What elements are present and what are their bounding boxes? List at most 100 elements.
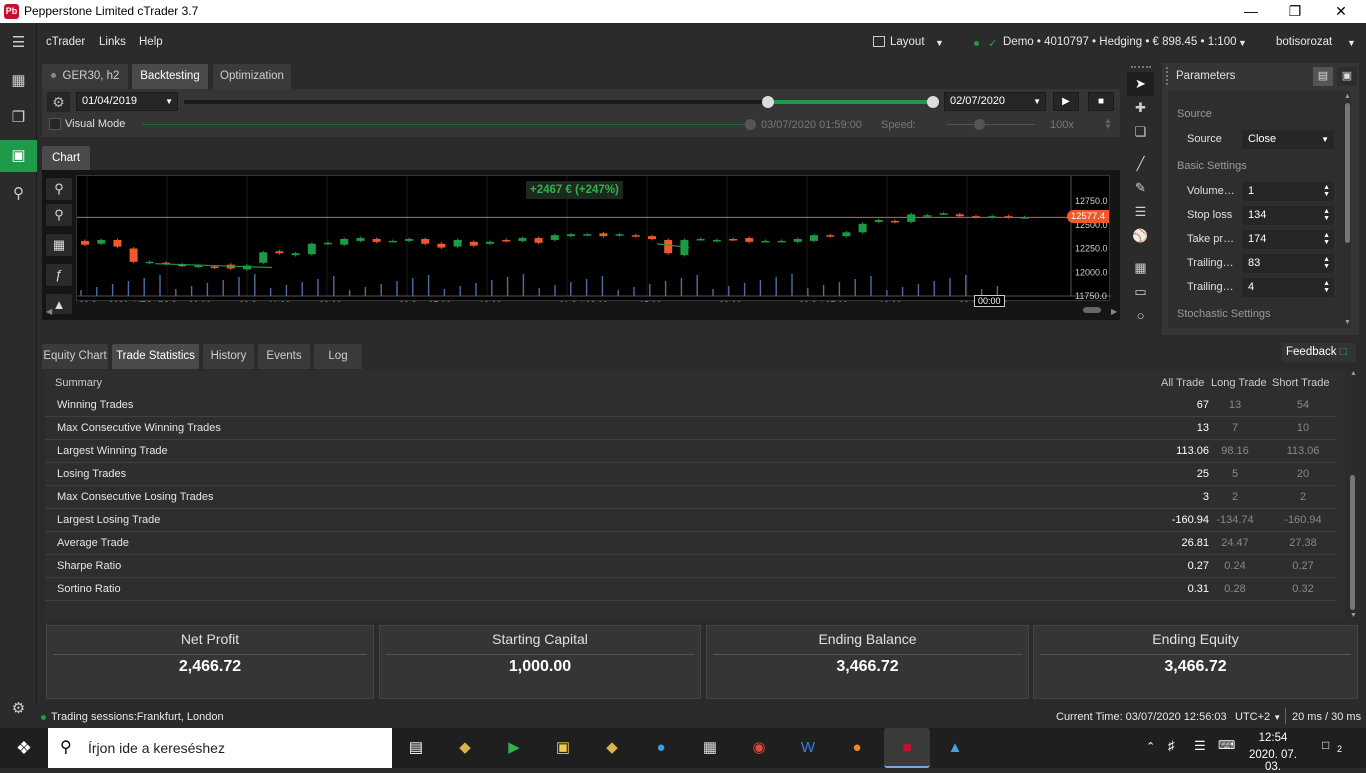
zoom-in-icon[interactable]: ⚲ (46, 178, 72, 200)
tab-trade-statistics[interactable]: Trade Statistics (112, 344, 199, 369)
app-icon-3[interactable]: ◆ (593, 734, 631, 762)
stepper-icon[interactable]: ▲ ▼ (1323, 208, 1330, 222)
copy-icon[interactable]: ❐ (0, 102, 37, 134)
ctrader-taskbar-icon[interactable]: ■ (884, 728, 930, 768)
close-button[interactable]: ✕ (1318, 0, 1364, 23)
tab-optimization[interactable]: Optimization (213, 64, 291, 89)
cursor-icon[interactable]: ➤ (1127, 72, 1154, 96)
account-chevron-down-icon[interactable]: ▼ (1238, 38, 1247, 48)
photos-app-icon[interactable]: ▲ (936, 734, 974, 762)
menu-links[interactable]: Links (99, 36, 126, 48)
settings-gear-icon[interactable]: ⚙ (47, 92, 70, 112)
param-value-input[interactable]: 174 ▲ ▼ (1242, 230, 1334, 249)
grid-icon[interactable]: ▦ (1127, 256, 1154, 280)
task-view-icon[interactable]: ▤ (397, 734, 435, 762)
param-value-input[interactable]: 83 ▲ ▼ (1242, 254, 1334, 273)
user-chevron-down-icon[interactable]: ▼ (1347, 38, 1356, 48)
scroll-right-icon[interactable]: ▶ (1111, 307, 1117, 316)
language-icon[interactable]: ⌨ (1218, 738, 1235, 752)
pencil-icon[interactable]: ✎ (1127, 176, 1154, 200)
scroll-down-icon[interactable]: ▼ (1350, 612, 1357, 619)
notifications-icon[interactable]: □ 2 (1322, 738, 1345, 758)
tray-chevron-up-icon[interactable]: ⌃ (1146, 740, 1155, 753)
trendline-icon[interactable]: ╱ (1127, 152, 1154, 176)
param-value-input[interactable]: 134 ▲ ▼ (1242, 206, 1334, 225)
start-date-field[interactable]: 01/04/2019 ▼ (76, 92, 178, 111)
source-select[interactable]: Close ▼ (1242, 130, 1334, 149)
network-icon[interactable]: ☰ (1194, 738, 1206, 754)
automate-icon[interactable]: ▣ (0, 140, 37, 172)
crosshair-icon[interactable]: ✚ (1127, 96, 1154, 120)
hamburger-menu-icon[interactable]: ☰ (0, 27, 37, 59)
range-start-handle[interactable] (762, 96, 774, 108)
settings-gear-icon[interactable]: ⚙ (0, 693, 37, 725)
price-chart[interactable]: 12750.012500.012250.012000.011750.026 Ju… (76, 175, 1111, 310)
save-icon[interactable]: ▣ (1337, 67, 1357, 86)
app-icon-2[interactable]: ▶ (495, 734, 533, 762)
tab-symbol[interactable]: GER30, h2 (42, 64, 128, 89)
taskbar-search-box[interactable]: ⚲ Írjon ide a kereséshez (48, 728, 392, 768)
visual-mode-checkbox[interactable] (49, 118, 61, 130)
parameters-scrollbar-thumb[interactable] (1345, 103, 1350, 243)
app-icon-1[interactable]: ◆ (446, 734, 484, 762)
maximize-button[interactable]: ❐ (1272, 0, 1318, 23)
clock-time[interactable]: 12:54 (1243, 732, 1303, 744)
layout-button[interactable]: Layout (890, 36, 925, 48)
file-explorer-icon[interactable]: ▣ (544, 734, 582, 762)
account-selector[interactable]: Demo • 4010797 • Hedging • € 898.45 • 1:… (1003, 36, 1237, 48)
zoom-out-icon[interactable]: ⚲ (46, 204, 72, 226)
fibonacci-icon[interactable]: ☰ (1127, 200, 1154, 224)
chart-scrollbar-thumb[interactable] (1083, 307, 1101, 313)
clock-date[interactable]: 2020. 07. 03. (1243, 749, 1303, 773)
user-menu[interactable]: botisorozat (1276, 36, 1332, 48)
tab-chart[interactable]: Chart (42, 146, 90, 170)
play-button[interactable]: ▶ (1053, 92, 1079, 111)
drag-handle[interactable] (1166, 67, 1168, 85)
speed-stepper-icon[interactable]: ▲ ▼ (1104, 117, 1112, 131)
scroll-down-icon[interactable]: ▼ (1344, 319, 1351, 326)
edge-browser-icon[interactable]: ● (642, 734, 680, 762)
chrome-browser-icon[interactable]: ◉ (740, 734, 778, 762)
timezone-selector[interactable]: UTC+2 ▼ (1235, 711, 1281, 723)
store-icon[interactable]: ▦ (691, 734, 729, 762)
tab-log[interactable]: Log (314, 344, 362, 369)
range-end-handle[interactable] (927, 96, 939, 108)
menu-ctrader[interactable]: cTrader (46, 36, 85, 48)
stop-button[interactable]: ■ (1088, 92, 1114, 111)
statistics-scrollbar-thumb[interactable] (1350, 475, 1355, 610)
windows-start-icon[interactable]: ❖ (0, 728, 48, 768)
stepper-icon[interactable]: ▲ ▼ (1323, 280, 1330, 294)
folder-open-icon[interactable]: ▤ (1313, 67, 1333, 86)
volume-icon[interactable]: ♯ (1168, 738, 1175, 753)
stepper-icon[interactable]: ▲ ▼ (1323, 256, 1330, 270)
scroll-up-icon[interactable]: ▲ (1344, 93, 1351, 100)
speed-slider-handle[interactable] (974, 119, 985, 130)
tab-equity-chart[interactable]: Equity Chart (42, 344, 108, 369)
param-value-input[interactable]: 4 ▲ ▼ (1242, 278, 1334, 297)
rectangle-icon[interactable]: ▭ (1127, 280, 1154, 304)
param-value-input[interactable]: 1 ▲ ▼ (1242, 182, 1334, 201)
analyze-icon[interactable]: ⚲ (0, 178, 37, 210)
pitchfork-icon[interactable]: ⚾ (1127, 224, 1154, 248)
trade-icon[interactable]: ▦ (0, 65, 37, 97)
chart-type-icon[interactable]: ▦ (46, 234, 72, 256)
firefox-browser-icon[interactable]: ● (838, 734, 876, 762)
zoom-area-icon[interactable]: ❏ (1127, 120, 1154, 144)
tab-history[interactable]: History (203, 344, 254, 369)
word-app-icon[interactable]: W (789, 734, 827, 762)
drag-handle[interactable] (1131, 66, 1151, 70)
end-date-field[interactable]: 02/07/2020 ▼ (944, 92, 1046, 111)
feedback-button[interactable]: Feedback □ (1282, 343, 1356, 362)
scroll-left-icon[interactable]: ◀ (46, 307, 52, 316)
indicators-icon[interactable]: ƒ (46, 264, 72, 286)
tab-events[interactable]: Events (258, 344, 310, 369)
stepper-icon[interactable]: ▲ ▼ (1323, 232, 1330, 246)
scroll-up-icon[interactable]: ▲ (1350, 370, 1357, 377)
minimize-button[interactable]: — (1228, 0, 1274, 23)
menu-help[interactable]: Help (139, 36, 163, 48)
layout-chevron-down-icon[interactable]: ▼ (935, 38, 944, 48)
circle-icon[interactable]: ○ (1127, 304, 1154, 328)
tab-backtesting[interactable]: Backtesting (132, 64, 208, 89)
stepper-icon[interactable]: ▲ ▼ (1323, 184, 1330, 198)
visual-progress-handle[interactable] (745, 119, 756, 130)
